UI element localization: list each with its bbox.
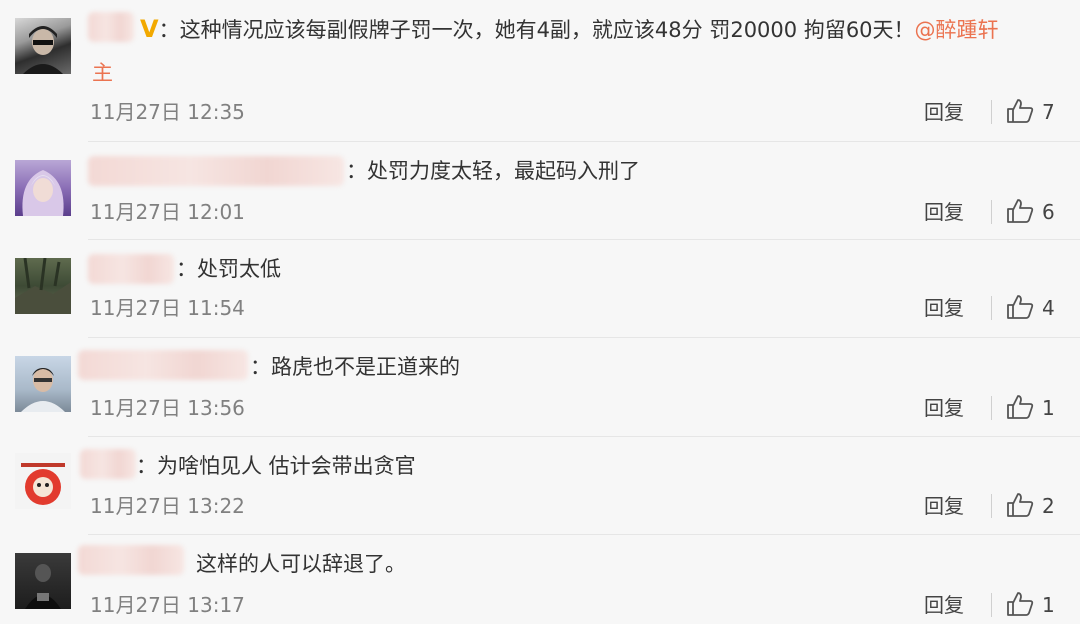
reply-button[interactable]: 回复 (924, 396, 964, 420)
avatar-image (23, 26, 63, 74)
comment-item: ：路虎也不是正道来的 11月27日 13:56 回复 1 (0, 338, 1080, 434)
avatar[interactable] (15, 553, 71, 609)
divider (991, 100, 992, 124)
timestamp: 11月27日 12:01 (90, 200, 245, 224)
username-blurred[interactable] (88, 254, 174, 284)
comment-item: ：处罚力度太轻，最起码入刑了 11月27日 12:01 回复 6 (0, 142, 1080, 238)
avatar[interactable] (15, 258, 71, 314)
divider (991, 396, 992, 420)
reply-button[interactable]: 回复 (924, 593, 964, 617)
thumbs-up-icon[interactable] (1006, 394, 1034, 420)
comment-item: 这样的人可以辞退了。 11月27日 13:17 回复 1 (0, 535, 1080, 624)
like-count: 7 (1042, 100, 1055, 124)
divider (991, 593, 992, 617)
reply-button[interactable]: 回复 (924, 200, 964, 224)
username-blurred[interactable] (80, 449, 136, 479)
comment-body: ：处罚力度太轻，最起码入刑了 (346, 159, 640, 183)
comment-item: ：处罚太低 11月27日 11:54 回复 4 (0, 240, 1080, 336)
comment-body: 这样的人可以辞退了。 (196, 552, 406, 576)
thumbs-up-icon[interactable] (1006, 98, 1034, 124)
divider (991, 296, 992, 320)
username-blurred[interactable] (88, 156, 344, 186)
username-blurred[interactable] (78, 350, 248, 380)
timestamp: 11月27日 12:35 (90, 100, 245, 124)
mention-link[interactable]: @醉踵轩 (915, 18, 999, 42)
avatar[interactable] (15, 356, 71, 412)
reply-button[interactable]: 回复 (924, 494, 964, 518)
comment-text: V：这种情况应该每副假牌子罚一次，她有4副，就应该48分 罚20000 拘留60… (140, 14, 999, 45)
avatar[interactable] (15, 453, 71, 509)
thumbs-up-icon[interactable] (1006, 198, 1034, 224)
avatar-image (21, 463, 65, 505)
thumbs-up-icon[interactable] (1006, 591, 1034, 617)
like-count: 4 (1042, 296, 1055, 320)
timestamp: 11月27日 11:54 (90, 296, 245, 320)
avatar-image (15, 258, 71, 314)
timestamp: 11月27日 13:17 (90, 593, 245, 617)
comment-body: ：路虎也不是正道来的 (250, 355, 460, 379)
comment-item: ：为啥怕见人 估计会带出贪官 11月27日 13:22 回复 2 (0, 437, 1080, 533)
mention-link-continued[interactable]: 主 (92, 58, 113, 88)
like-count: 1 (1042, 593, 1055, 617)
comment-body: ：这种情况应该每副假牌子罚一次，她有4副，就应该48分 罚20000 拘留60天… (158, 18, 915, 42)
avatar-image (21, 368, 65, 412)
thumbs-up-icon[interactable] (1006, 294, 1034, 320)
divider (991, 200, 992, 224)
like-count: 1 (1042, 396, 1055, 420)
divider (991, 494, 992, 518)
avatar[interactable] (15, 160, 71, 216)
verified-badge-icon: V (140, 15, 159, 43)
timestamp: 11月27日 13:22 (90, 494, 245, 518)
thumbs-up-icon[interactable] (1006, 492, 1034, 518)
comment-item: V：这种情况应该每副假牌子罚一次，她有4副，就应该48分 罚20000 拘留60… (0, 0, 1080, 140)
avatar[interactable] (15, 18, 71, 74)
avatar-image (22, 170, 64, 216)
reply-button[interactable]: 回复 (924, 100, 964, 124)
reply-button[interactable]: 回复 (924, 296, 964, 320)
like-count: 6 (1042, 200, 1055, 224)
like-count: 2 (1042, 494, 1055, 518)
timestamp: 11月27日 13:56 (90, 396, 245, 420)
avatar-image (25, 564, 61, 609)
comment-body: ：为啥怕见人 估计会带出贪官 (136, 454, 416, 478)
username-blurred[interactable] (88, 12, 134, 42)
comment-body: ：处罚太低 (176, 257, 281, 281)
username-blurred[interactable] (78, 545, 184, 575)
